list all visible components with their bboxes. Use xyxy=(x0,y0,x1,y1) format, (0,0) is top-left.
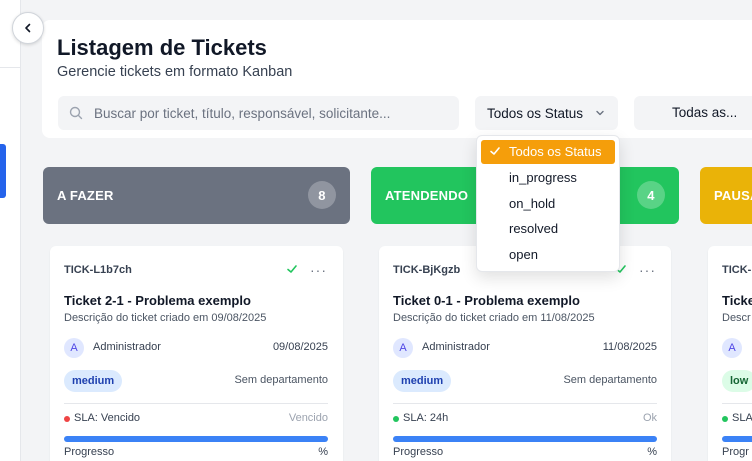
column-count-badge: 8 xyxy=(308,181,336,209)
priority-badge: low xyxy=(722,370,752,392)
sidebar-collapse-button[interactable] xyxy=(12,12,44,44)
page-subtitle: Gerencie tickets em formato Kanban xyxy=(57,64,293,80)
ticket-description: Descrição do ticket criado em 09/08/2025 xyxy=(64,312,267,324)
sla-label: SLA: Vencido xyxy=(74,412,141,424)
ticket-description: Descrição do ticket criado em 11/08/2025 xyxy=(393,312,595,324)
sla-label: SLA xyxy=(732,412,752,424)
avatar: A xyxy=(393,338,413,358)
column-header-pausa: PAUSA xyxy=(700,167,752,224)
progress-bar xyxy=(393,436,657,442)
ticket-title: Ticket 2-1 - Problema exemplo xyxy=(64,293,251,308)
more-horizontal-icon[interactable]: ··· xyxy=(639,262,656,278)
avatar: A xyxy=(64,338,84,358)
more-horizontal-icon[interactable]: ··· xyxy=(310,262,327,278)
ticket-code: TICK-BjKgzb xyxy=(393,264,461,276)
dropdown-option-label: on_hold xyxy=(509,196,556,211)
sla-status-dot xyxy=(64,416,70,422)
column-header-a-fazer: A FAZER 8 xyxy=(43,167,350,224)
ticket-code: TICK-L1b7ch xyxy=(64,264,132,276)
page-title: Listagem de Tickets xyxy=(57,35,267,60)
priority-badge: medium xyxy=(393,370,452,392)
ticket-title: Ticket 0-1 - Problema exemplo xyxy=(393,293,580,308)
sla-status: Ok xyxy=(642,412,657,424)
ticket-department: Sem departamento xyxy=(234,374,328,386)
progress-label: Progresso xyxy=(64,446,115,458)
category-filter-select[interactable]: Todas as... xyxy=(634,96,752,130)
ticket-assignee: Administrador xyxy=(93,341,161,353)
search-input[interactable]: Buscar por ticket, título, responsável, … xyxy=(58,96,459,130)
dropdown-option-on-hold[interactable]: on_hold xyxy=(481,192,615,216)
sidebar-divider xyxy=(0,67,21,68)
check-icon xyxy=(287,265,297,273)
dropdown-option-label: in_progress xyxy=(509,170,577,185)
sla-label: SLA: 24h xyxy=(403,412,449,424)
dropdown-option-label: open xyxy=(509,247,538,262)
sla-status: Vencido xyxy=(288,412,328,424)
dropdown-option-open[interactable]: open xyxy=(481,243,615,267)
divider xyxy=(64,403,328,404)
column-label: PAUSA xyxy=(714,188,752,203)
chevron-left-icon xyxy=(25,23,31,33)
chevron-down-icon xyxy=(596,110,604,116)
status-filter-select[interactable]: Todos os Status xyxy=(475,96,618,130)
column-label: ATENDENDO xyxy=(385,188,469,203)
dropdown-option-label: resolved xyxy=(509,221,559,236)
ticket-description: Descr xyxy=(722,312,751,324)
dropdown-option-todos[interactable]: Todos os Status xyxy=(481,140,615,164)
divider xyxy=(722,403,752,404)
column-count-badge: 4 xyxy=(637,181,665,209)
ticket-assignee: Administrador xyxy=(422,341,490,353)
ticket-date: 11/08/2025 xyxy=(602,341,657,353)
search-placeholder: Buscar por ticket, título, responsável, … xyxy=(94,105,391,121)
progress-bar xyxy=(722,436,752,442)
sidebar-active-indicator xyxy=(0,144,6,198)
ticket-card[interactable]: TICK-L1b7ch ··· Ticket 2-1 - Problema ex… xyxy=(50,246,343,461)
status-dropdown-menu: Todos os Status in_progress on_hold reso… xyxy=(476,135,620,272)
ticket-title: Ticke xyxy=(722,293,752,308)
progress-value: % xyxy=(318,446,328,458)
dropdown-option-in-progress[interactable]: in_progress xyxy=(481,166,615,190)
ticket-code: TICK- xyxy=(722,264,752,276)
search-icon xyxy=(69,106,83,120)
avatar: A xyxy=(722,338,742,358)
column-label: A FAZER xyxy=(57,188,114,203)
progress-value: % xyxy=(647,446,657,458)
check-icon xyxy=(490,147,500,155)
divider xyxy=(393,403,657,404)
progress-label: Progr xyxy=(722,446,749,458)
ticket-date: 09/08/2025 xyxy=(272,341,328,353)
ticket-card[interactable]: TICK- Ticke Descr A low SLA Progr xyxy=(708,246,752,461)
sla-status-dot xyxy=(722,416,728,422)
dropdown-option-label: Todos os Status xyxy=(509,144,602,159)
ticket-department: Sem departamento xyxy=(563,374,657,386)
progress-label: Progresso xyxy=(393,446,444,458)
ticket-card[interactable]: TICK-BjKgzb ··· Ticket 0-1 - Problema ex… xyxy=(379,246,671,461)
dropdown-option-resolved[interactable]: resolved xyxy=(481,217,615,241)
sla-status-dot xyxy=(393,416,399,422)
priority-badge: medium xyxy=(64,370,123,392)
progress-bar xyxy=(64,436,328,442)
sidebar xyxy=(0,0,21,461)
status-filter-value: Todos os Status xyxy=(487,105,584,121)
